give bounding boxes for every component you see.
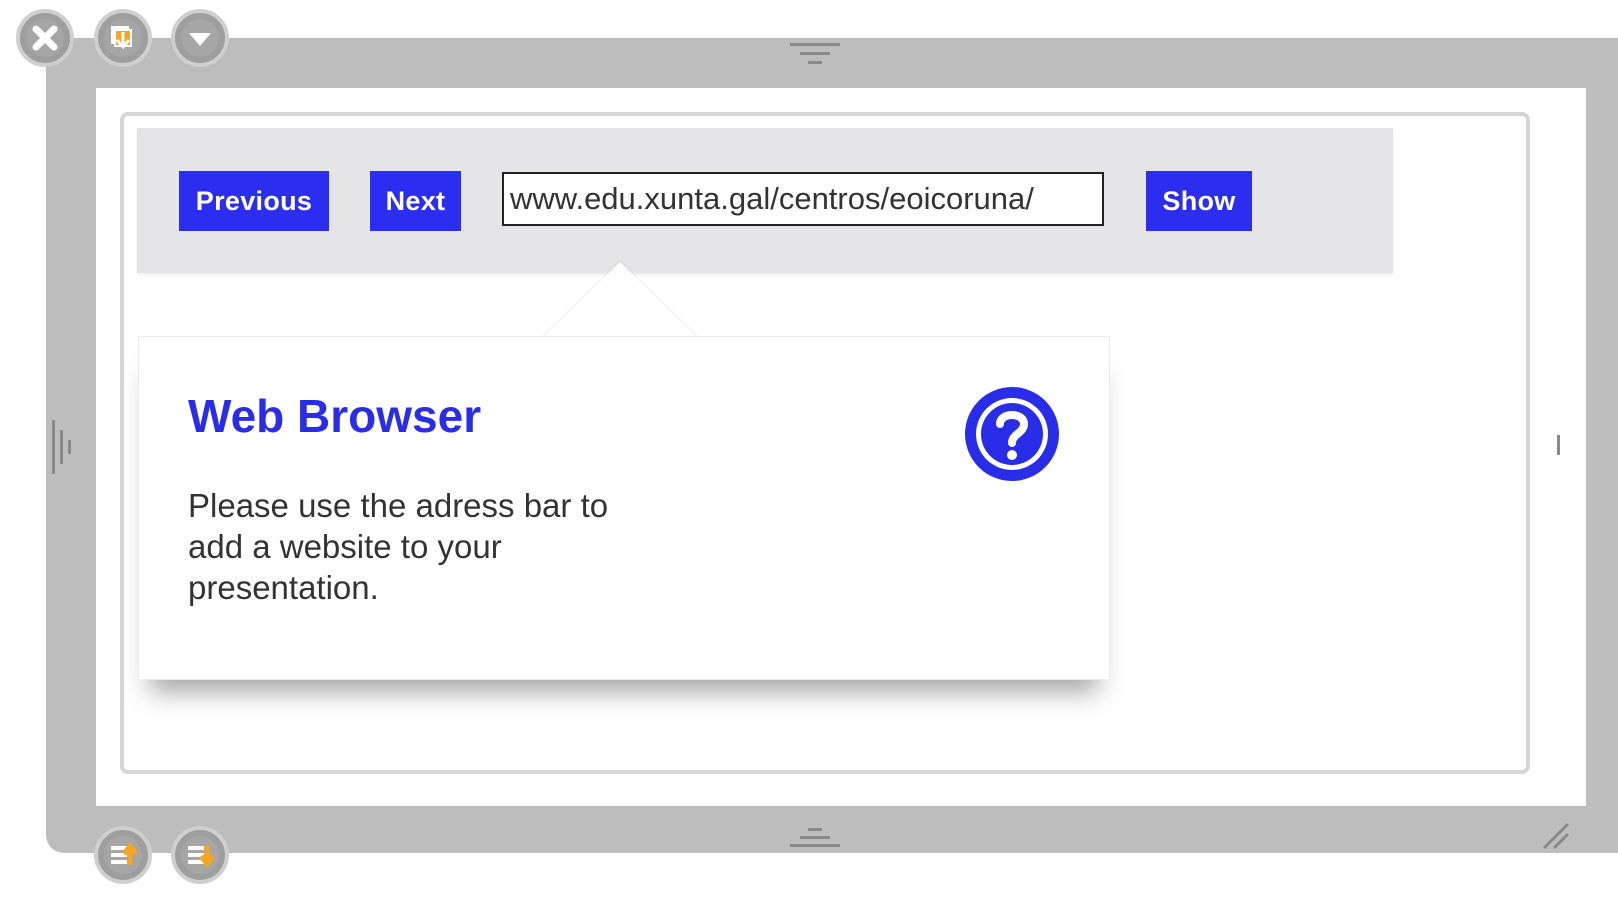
- resize-grip-right-icon[interactable]: [1554, 430, 1564, 460]
- collapse-button[interactable]: [171, 9, 229, 67]
- address-bar-input[interactable]: [502, 172, 1104, 226]
- previous-button[interactable]: Previous: [179, 171, 329, 231]
- resize-grip-left-icon[interactable]: [50, 420, 74, 474]
- tooltip-pointer: [542, 262, 698, 338]
- close-button[interactable]: [16, 9, 74, 67]
- move-up-icon: [104, 836, 142, 874]
- move-down-button[interactable]: [171, 826, 229, 884]
- next-button[interactable]: Next: [370, 171, 461, 231]
- tooltip-title: Web Browser: [188, 390, 482, 442]
- bring-front-icon: [104, 19, 142, 57]
- close-icon: [26, 19, 64, 57]
- help-tooltip: Web Browser Please use the adress bar to…: [138, 336, 1110, 680]
- move-up-button[interactable]: [94, 826, 152, 884]
- resize-corner-icon[interactable]: [1538, 818, 1570, 850]
- chevron-down-icon: [181, 19, 219, 57]
- move-down-icon: [181, 836, 219, 874]
- tooltip-body: Please use the adress bar to add a websi…: [188, 487, 609, 606]
- move-grip-top-icon[interactable]: [790, 40, 840, 66]
- show-button[interactable]: Show: [1146, 171, 1252, 231]
- question-circle-icon[interactable]: [964, 386, 1060, 482]
- move-grip-bottom-icon[interactable]: [790, 826, 840, 850]
- bring-front-button[interactable]: [94, 9, 152, 67]
